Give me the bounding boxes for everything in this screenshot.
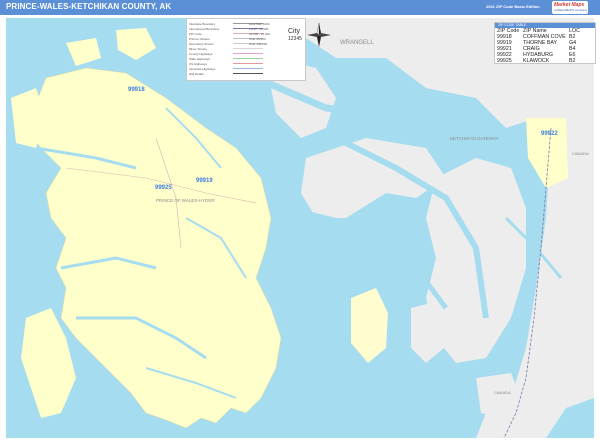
legend-label-10: Rail Roads bbox=[189, 72, 204, 76]
legend-right-0: Less than 1000 bbox=[249, 22, 270, 26]
zip-code-table: ZIP CODE TABLE ZIP Code ZIP Name LOC 999… bbox=[494, 22, 596, 64]
legend-label-7: State Highways bbox=[189, 57, 210, 61]
legend-city-sample: City bbox=[288, 28, 301, 35]
logo-sub-text: a MarketMAPS company bbox=[554, 8, 588, 12]
brand-logo: Market Maps a MarketMAPS company bbox=[552, 1, 588, 14]
table-row[interactable]: 99925 KLAWOCK B2 bbox=[495, 58, 595, 64]
legend-line-8 bbox=[233, 63, 263, 64]
legend-label-2: ZIP Code bbox=[189, 32, 202, 36]
zip-table-title: ZIP CODE TABLE bbox=[498, 23, 527, 27]
map-shapes bbox=[11, 18, 594, 438]
compass-rose-icon bbox=[306, 22, 332, 48]
annette-island bbox=[351, 288, 388, 363]
legend-line-10 bbox=[233, 73, 263, 74]
zip-label-99918[interactable]: 99918 bbox=[128, 87, 145, 93]
legend-label-6: County Highways bbox=[189, 52, 213, 56]
legend-label-8: US Highways bbox=[189, 62, 208, 66]
island-n-2 bbox=[66, 38, 101, 66]
legend-right-3: Over 25,000 bbox=[249, 37, 266, 41]
loc-cell: B2 bbox=[569, 58, 576, 64]
canada-south-label: CANADA bbox=[494, 390, 511, 395]
header-bar: PRINCE-WALES-KETCHIKAN COUNTY, AK 2021 Z… bbox=[0, 0, 600, 15]
legend-right-2: 10,000 - 25,000 bbox=[249, 32, 271, 36]
cleveland-peninsula bbox=[301, 138, 446, 218]
island-n-1 bbox=[116, 28, 156, 60]
legend-label-4: Secondary Streets bbox=[189, 42, 214, 46]
zip-label-99922[interactable]: 99922 bbox=[541, 131, 558, 137]
legend-label-9: Interstate Highways bbox=[189, 67, 216, 71]
name-cell: KLAWOCK bbox=[523, 58, 550, 64]
table-row[interactable]: 99921 CRAIG B4 bbox=[495, 46, 595, 52]
table-row[interactable]: 99919 THORNE BAY G4 bbox=[495, 40, 595, 46]
zip-table-col-headers: ZIP Code ZIP Name LOC bbox=[495, 28, 595, 34]
legend-label-3: Primary Streets bbox=[189, 37, 210, 41]
canada-east-label: CANADA bbox=[572, 151, 589, 156]
legend-right-1: 1,000 - 10,000 bbox=[249, 27, 269, 31]
wrangell-label: WRANGELL bbox=[340, 40, 374, 46]
legend-right-4: Over 100,000 bbox=[249, 42, 268, 46]
legend-line-5 bbox=[233, 48, 263, 49]
legend-label-5: Minor Streets bbox=[189, 47, 207, 51]
map-page: PRINCE-WALES-KETCHIKAN COUNTY, AK 2021 Z… bbox=[0, 0, 600, 442]
table-row[interactable]: 99918 COFFMAN COVE B2 bbox=[495, 34, 595, 40]
ketchikan-gateway-label: KETCHIKAN GATEWAY bbox=[450, 136, 499, 141]
legend-line-9 bbox=[233, 68, 263, 69]
legend-label-1: International Boundary bbox=[189, 27, 220, 31]
legend-label-0: Interstate Boundary bbox=[189, 22, 216, 26]
table-row[interactable]: 99922 HYDABURG E6 bbox=[495, 52, 595, 58]
edition-label: 2021 ZIP Code Basic Edition bbox=[486, 4, 540, 9]
legend-line-6 bbox=[233, 53, 263, 54]
map-title: PRINCE-WALES-KETCHIKAN COUNTY, AK bbox=[6, 2, 172, 11]
zip-label-99919[interactable]: 99919 bbox=[196, 178, 213, 184]
legend-zip-sample: 12345 bbox=[288, 36, 302, 42]
map-canvas[interactable]: WRANGELL KETCHIKAN GATEWAY CANADA CANADA… bbox=[6, 18, 594, 438]
prince-of-wales-label: PRINCE OF WALES-HYDER bbox=[156, 198, 215, 203]
zip-label-99925[interactable]: 99925 bbox=[155, 185, 172, 191]
legend-line-7 bbox=[233, 58, 263, 59]
zip-cell: 99925 bbox=[497, 58, 512, 64]
map-legend: Interstate Boundary Less than 1000 Intern… bbox=[186, 18, 306, 81]
